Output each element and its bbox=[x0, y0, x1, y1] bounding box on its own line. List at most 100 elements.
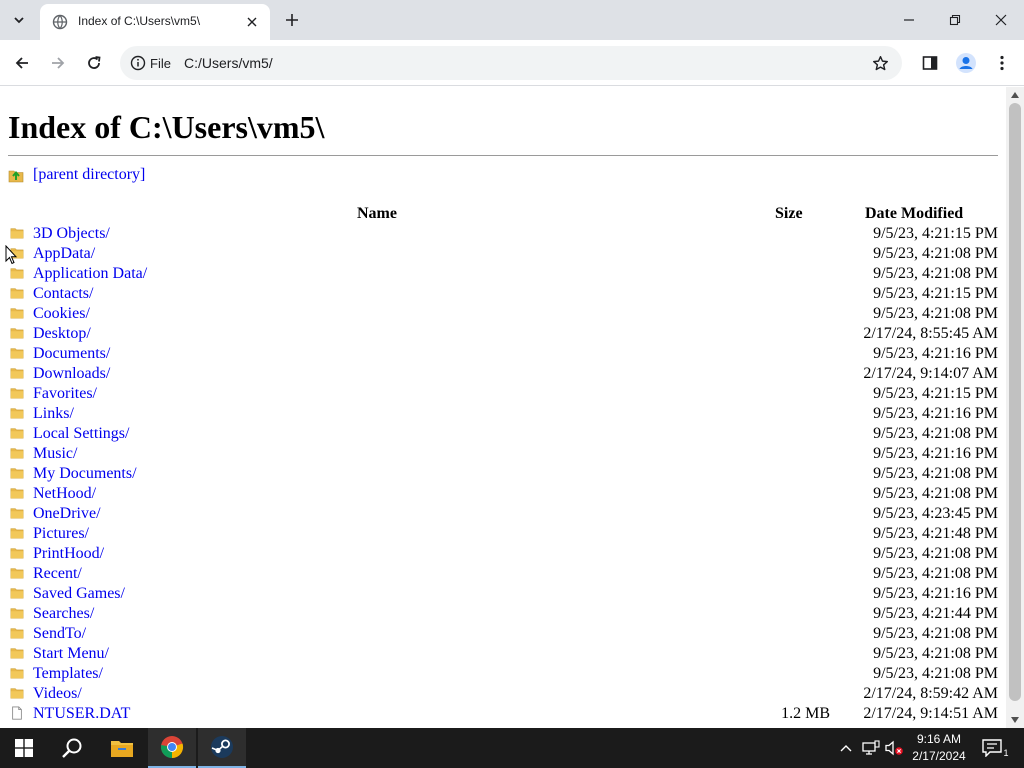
entry-name-link[interactable]: NetHood/ bbox=[33, 485, 96, 503]
entry-name-link[interactable]: OneDrive/ bbox=[33, 505, 101, 523]
bookmark-button[interactable] bbox=[868, 51, 892, 75]
side-panel-icon bbox=[922, 56, 938, 70]
entry-name-link[interactable]: Recent/ bbox=[33, 565, 82, 583]
triangle-up-icon bbox=[1011, 92, 1019, 98]
entry-name-link[interactable]: Cookies/ bbox=[33, 305, 90, 323]
mouse-cursor-icon bbox=[5, 245, 17, 265]
entry-date: 9/5/23, 4:21:16 PM bbox=[873, 585, 998, 602]
table-row: Links/9/5/23, 4:21:16 PM bbox=[8, 404, 998, 424]
entry-name-link[interactable]: Templates/ bbox=[33, 665, 103, 683]
table-row: AppData/9/5/23, 4:21:08 PM bbox=[8, 244, 998, 264]
entry-date: 9/5/23, 4:21:08 PM bbox=[873, 625, 998, 642]
chrome-taskbar-button[interactable] bbox=[148, 728, 196, 768]
entry-name-link[interactable]: Music/ bbox=[33, 445, 77, 463]
browser-tab[interactable]: Index of C:\Users\vm5\ bbox=[40, 4, 270, 40]
notification-icon bbox=[982, 739, 1002, 757]
entry-date: 9/5/23, 4:21:08 PM bbox=[873, 245, 998, 262]
entry-name-link[interactable]: Start Menu/ bbox=[33, 645, 109, 663]
folder-icon bbox=[10, 588, 24, 599]
new-tab-button[interactable] bbox=[280, 8, 304, 32]
entry-name-link[interactable]: Contacts/ bbox=[33, 285, 93, 303]
entry-date: 9/5/23, 4:21:08 PM bbox=[873, 565, 998, 582]
entry-name-link[interactable]: SendTo/ bbox=[33, 625, 86, 643]
browser-toolbar: File C:/Users/vm5/ bbox=[0, 40, 1024, 86]
column-header-date[interactable]: Date Modified bbox=[865, 205, 963, 223]
volume-tray-button[interactable] bbox=[884, 738, 904, 758]
vertical-scrollbar[interactable] bbox=[1006, 87, 1024, 728]
entry-name-link[interactable]: Documents/ bbox=[33, 345, 110, 363]
steam-icon bbox=[211, 736, 233, 758]
search-button[interactable] bbox=[48, 728, 96, 768]
profile-button[interactable] bbox=[952, 49, 980, 77]
entry-name-link[interactable]: Searches/ bbox=[33, 605, 94, 623]
table-row: Desktop/2/17/24, 8:55:45 AM bbox=[8, 324, 998, 344]
steam-taskbar-button[interactable] bbox=[198, 728, 246, 768]
entry-date: 9/5/23, 4:21:08 PM bbox=[873, 645, 998, 662]
entry-name-link[interactable]: NTUSER.DAT bbox=[33, 705, 130, 723]
entry-name-link[interactable]: Local Settings/ bbox=[33, 425, 129, 443]
file-explorer-button[interactable] bbox=[98, 728, 146, 768]
entry-name-link[interactable]: Saved Games/ bbox=[33, 585, 125, 603]
windows-taskbar: 9:16 AM 2/17/2024 1 bbox=[0, 728, 1024, 768]
url-text[interactable]: C:/Users/vm5/ bbox=[184, 55, 273, 71]
restore-button[interactable] bbox=[932, 0, 978, 40]
entry-name-link[interactable]: Videos/ bbox=[33, 685, 82, 703]
entry-name-link[interactable]: Pictures/ bbox=[33, 525, 89, 543]
more-vertical-icon bbox=[1000, 55, 1004, 71]
column-header-name[interactable]: Name bbox=[357, 205, 397, 223]
back-button[interactable] bbox=[8, 49, 36, 77]
scroll-down-button[interactable] bbox=[1006, 712, 1024, 728]
table-row: Downloads/2/17/24, 9:14:07 AM bbox=[8, 364, 998, 384]
entry-name-link[interactable]: Downloads/ bbox=[33, 365, 110, 383]
network-tray-button[interactable] bbox=[861, 738, 881, 758]
forward-button[interactable] bbox=[44, 49, 72, 77]
reload-button[interactable] bbox=[80, 49, 108, 77]
scroll-up-button[interactable] bbox=[1006, 87, 1024, 103]
tab-close-button[interactable] bbox=[242, 12, 262, 32]
folder-icon bbox=[10, 668, 24, 679]
entry-name-link[interactable]: 3D Objects/ bbox=[33, 225, 110, 243]
scrollbar-thumb[interactable] bbox=[1009, 103, 1021, 701]
close-window-button[interactable] bbox=[978, 0, 1024, 40]
address-bar[interactable]: File C:/Users/vm5/ bbox=[120, 46, 902, 80]
notification-count-badge: 1 bbox=[1003, 748, 1009, 758]
minimize-button[interactable] bbox=[886, 0, 932, 40]
table-row: Videos/2/17/24, 8:59:42 AM bbox=[8, 684, 998, 704]
show-hidden-icons-button[interactable] bbox=[836, 738, 856, 758]
table-row: OneDrive/9/5/23, 4:23:45 PM bbox=[8, 504, 998, 524]
clock-date: 2/17/2024 bbox=[912, 749, 966, 763]
entry-date: 9/5/23, 4:21:15 PM bbox=[873, 285, 998, 302]
table-row: Local Settings/9/5/23, 4:21:08 PM bbox=[8, 424, 998, 444]
close-icon bbox=[995, 14, 1007, 26]
entry-date: 2/17/24, 9:14:07 AM bbox=[863, 365, 998, 382]
entry-name-link[interactable]: Links/ bbox=[33, 405, 74, 423]
entry-name-link[interactable]: Application Data/ bbox=[33, 265, 147, 283]
table-row: Favorites/9/5/23, 4:21:15 PM bbox=[8, 384, 998, 404]
entry-name-link[interactable]: AppData/ bbox=[33, 245, 95, 263]
entry-name-link[interactable]: My Documents/ bbox=[33, 465, 137, 483]
entry-size: 1.2 MB bbox=[781, 705, 830, 722]
tab-search-button[interactable] bbox=[6, 7, 32, 33]
entry-name-link[interactable]: Desktop/ bbox=[33, 325, 91, 343]
folder-icon bbox=[10, 648, 24, 659]
parent-directory-link[interactable]: [parent directory] bbox=[33, 166, 145, 184]
entry-name-link[interactable]: Favorites/ bbox=[33, 385, 97, 403]
info-icon bbox=[130, 55, 146, 71]
taskbar-clock[interactable]: 9:16 AM 2/17/2024 bbox=[904, 731, 974, 765]
menu-button[interactable] bbox=[988, 49, 1016, 77]
side-panel-button[interactable] bbox=[916, 49, 944, 77]
start-button[interactable] bbox=[0, 728, 48, 768]
restore-icon bbox=[949, 14, 961, 26]
listing-rows: 3D Objects/9/5/23, 4:21:15 PM AppData/9/5… bbox=[8, 224, 998, 724]
folder-icon bbox=[10, 328, 24, 339]
entry-name-link[interactable]: PrintHood/ bbox=[33, 545, 104, 563]
chevron-down-icon bbox=[14, 17, 24, 24]
folder-icon bbox=[10, 608, 24, 619]
minimize-icon bbox=[904, 19, 914, 21]
entry-date: 9/5/23, 4:21:08 PM bbox=[873, 465, 998, 482]
entry-date: 9/5/23, 4:21:08 PM bbox=[873, 305, 998, 322]
page-viewport: Index of C:\Users\vm5\ [parent directory… bbox=[0, 87, 1006, 728]
volume-muted-icon bbox=[885, 740, 903, 756]
column-header-size[interactable]: Size bbox=[775, 205, 803, 223]
site-info-chip[interactable]: File bbox=[124, 50, 181, 76]
